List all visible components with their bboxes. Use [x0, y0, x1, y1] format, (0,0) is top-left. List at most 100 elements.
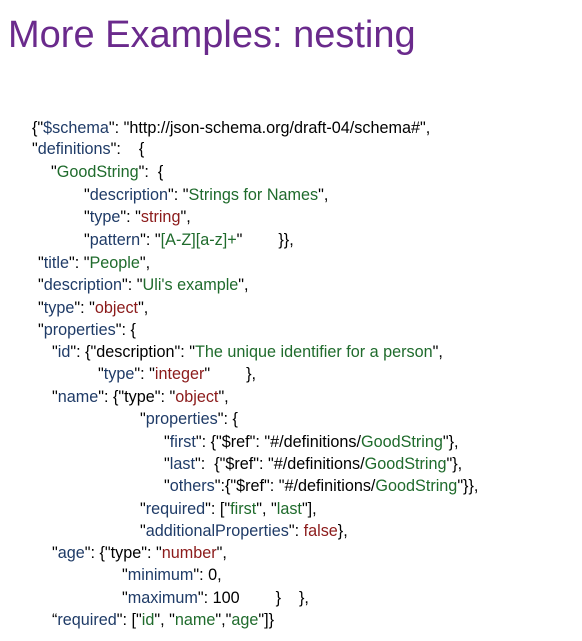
code-line-11: "id": {"description": "The unique identi…: [52, 342, 443, 362]
json-punctuation: ",: [432, 343, 443, 361]
json-punctuation: ": ": [140, 231, 161, 249]
json-string-value: People: [89, 254, 140, 272]
code-line-4: "description": "Strings for Names",: [84, 185, 328, 205]
json-string-value: Uli's example: [142, 276, 239, 294]
code-line-9: "type": "object",: [38, 298, 148, 318]
code-line-5: "type": "string",: [84, 207, 191, 227]
json-punctuation: ": {"description": ": [70, 343, 196, 361]
json-punctuation: ",: [138, 299, 149, 317]
json-string-value: GoodString: [56, 163, 139, 181]
json-punctuation: ": ": [122, 276, 143, 294]
json-string-value: first: [230, 500, 257, 518]
json-key: properties: [145, 410, 218, 428]
code-line-13: "name": {"type": "object",: [52, 387, 229, 407]
json-punctuation: "}},: [457, 477, 479, 495]
json-punctuation: ": ": [74, 299, 95, 317]
json-punctuation: ": {: [138, 163, 164, 181]
json-key: last: [169, 455, 195, 473]
json-string-value: id: [141, 611, 155, 629]
json-key: first: [169, 433, 196, 451]
json-key: definitions: [37, 140, 111, 158]
json-punctuation: ": ": [120, 208, 141, 226]
json-punctuation: ": {: [110, 140, 145, 158]
json-punctuation: ": "http://json-schema.org/draft-04/sche…: [108, 119, 431, 137]
json-string-value: name: [174, 611, 216, 629]
json-punctuation: ",: [139, 254, 151, 272]
json-punctuation: ",: [318, 186, 329, 204]
json-punctuation: ": [": [116, 611, 142, 629]
json-punctuation: ":{"$ref": "#/definitions/: [214, 477, 376, 495]
json-punctuation: ",: [238, 276, 249, 294]
json-key: required: [57, 611, 117, 629]
json-string-value: [A-Z][a-z]+: [160, 231, 237, 249]
json-punctuation: ": {"type": ": [84, 544, 162, 562]
json-punctuation: "},: [446, 455, 463, 473]
json-punctuation: ",": [215, 611, 232, 629]
code-line-15: "first": {"$ref": "#/definitions/GoodStr…: [164, 432, 459, 452]
code-line-6: "pattern": "[A-Z][a-z]+" }},: [84, 230, 294, 250]
json-punctuation: "},: [442, 433, 459, 451]
json-punctuation: ": ": [168, 186, 189, 204]
json-string-value: The unique identifier for a person: [195, 343, 433, 361]
json-key: description: [43, 276, 123, 294]
json-key: others: [169, 477, 215, 495]
json-punctuation: ": ": [134, 365, 155, 383]
json-punctuation: "]}: [258, 611, 275, 629]
code-line-18: "required": ["first", "last"],: [140, 499, 317, 519]
json-literal-value: number: [161, 544, 217, 562]
json-punctuation: ": 100 } },: [197, 589, 309, 607]
code-line-7: "title": "People",: [38, 253, 150, 273]
json-key: type: [103, 365, 135, 383]
code-line-21: "minimum": 0,: [122, 565, 222, 585]
code-line-22: "maximum": 100 } },: [122, 588, 309, 608]
code-line-8: "description": "Uli's example",: [38, 275, 249, 295]
json-key: $schema: [43, 119, 109, 137]
json-key: title: [43, 254, 69, 272]
code-line-1: {"$schema": "http://json-schema.org/draf…: [32, 118, 430, 138]
json-string-value: Strings for Names: [188, 186, 319, 204]
json-key: maximum: [127, 589, 198, 607]
json-punctuation: ", ": [154, 611, 175, 629]
json-key: additionalProperties: [145, 522, 289, 540]
json-punctuation: ": {"$ref": "#/definitions/: [195, 433, 361, 451]
json-punctuation: ": {: [115, 321, 136, 339]
code-line-19: "additionalProperties": false},: [140, 521, 348, 541]
json-key: required: [145, 500, 206, 518]
code-line-23: “required": ["id", "name","age"]}: [52, 610, 274, 630]
json-punctuation: ": {"$ref": "#/definitions/: [194, 455, 365, 473]
code-line-20: "age": {"type": "number",: [52, 543, 227, 563]
json-punctuation: ",: [180, 208, 191, 226]
json-punctuation: },: [337, 522, 348, 540]
json-literal-value: object: [94, 299, 139, 317]
json-punctuation: ", ": [256, 500, 277, 518]
json-literal-value: string: [140, 208, 181, 226]
json-key: type: [43, 299, 75, 317]
json-string-value: GoodString: [361, 433, 443, 451]
json-punctuation: ": 0,: [193, 566, 222, 584]
json-key: id: [57, 343, 71, 361]
json-punctuation: ",: [216, 544, 227, 562]
slide-title: More Examples: nesting: [8, 14, 416, 56]
json-punctuation: ",: [218, 388, 229, 406]
code-line-12: "type": "integer" },: [98, 364, 256, 384]
json-key: minimum: [127, 566, 194, 584]
code-line-17: "others":{"$ref": "#/definitions/GoodStr…: [164, 476, 478, 496]
code-line-2: "definitions": {: [32, 139, 144, 159]
code-line-14: "properties": {: [140, 409, 238, 429]
code-line-3: "GoodString": {: [51, 162, 163, 182]
json-punctuation: ": {: [217, 410, 238, 428]
json-string-value: age: [231, 611, 259, 629]
json-literal-value: false: [303, 522, 338, 540]
code-line-10: "properties": {: [38, 320, 136, 340]
json-punctuation: ": {"type": ": [98, 388, 176, 406]
json-punctuation: ": [": [205, 500, 231, 518]
json-key: name: [57, 388, 99, 406]
json-key: pattern: [89, 231, 141, 249]
json-string-value: GoodString: [375, 477, 458, 495]
json-punctuation: ": ": [68, 254, 90, 272]
json-key: type: [89, 208, 121, 226]
code-line-16: "last": {"$ref": "#/definitions/GoodStri…: [164, 454, 462, 474]
json-punctuation: " },: [204, 365, 256, 383]
json-literal-value: object: [175, 388, 219, 406]
json-punctuation: ":: [288, 522, 304, 540]
